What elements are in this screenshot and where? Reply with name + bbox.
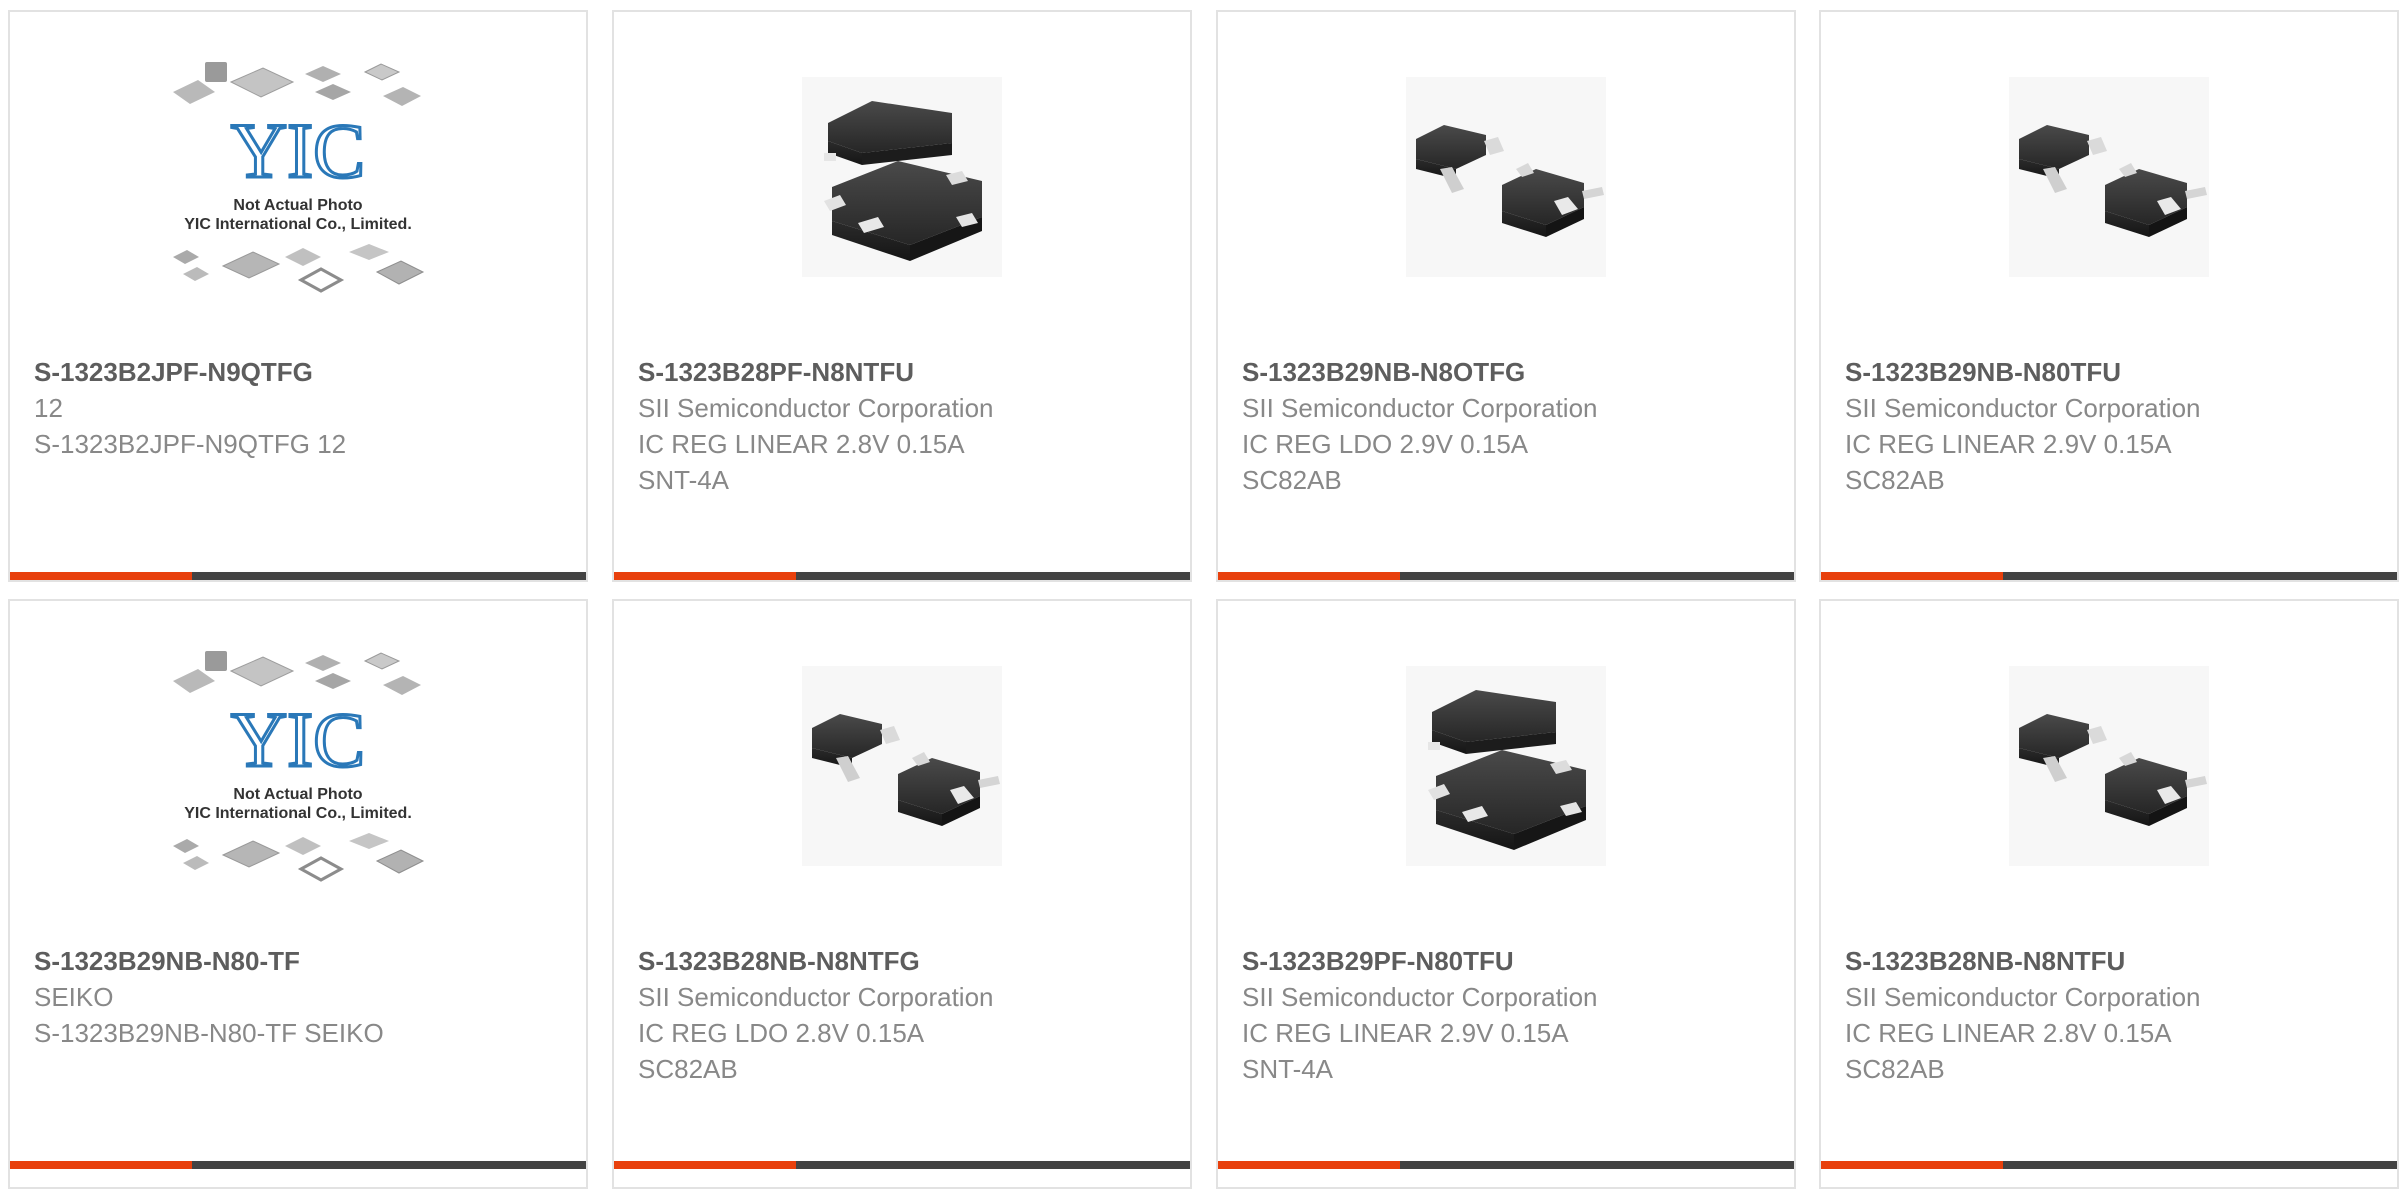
part-number[interactable]: S-1323B28PF-N8NTFU bbox=[638, 354, 1174, 390]
product-detail: S-1323B29NB-N80-TF SEIKO bbox=[34, 1018, 384, 1048]
product-detail: SEIKO bbox=[34, 982, 114, 1012]
part-number[interactable]: S-1323B28NB-N8NTFG bbox=[638, 943, 1174, 979]
product-description: IC REG LINEAR 2.8V 0.15A bbox=[638, 429, 965, 459]
snt-4a-chip-image bbox=[802, 77, 1002, 277]
product-description: IC REG LINEAR 2.8V 0.15A bbox=[1845, 1018, 2172, 1048]
product-info: S-1323B2JPF-N9QTFG 12 S-1323B2JPF-N9QTFG… bbox=[34, 354, 570, 462]
product-description: IC REG LDO 2.9V 0.15A bbox=[1242, 429, 1529, 459]
product-grid: YIC Not Actual Photo YIC International C… bbox=[0, 0, 2400, 1189]
product-info: S-1323B29NB-N8OTFG SII Semiconductor Cor… bbox=[1242, 354, 1778, 498]
product-card[interactable]: S-1323B28NB-N8NTFG SII Semiconductor Cor… bbox=[612, 599, 1192, 1189]
product-card[interactable]: S-1323B28PF-N8NTFU SII Semiconductor Cor… bbox=[612, 10, 1192, 582]
card-footer-bar bbox=[1218, 1161, 1794, 1169]
product-card[interactable]: S-1323B29NB-N80TFU SII Semiconductor Cor… bbox=[1819, 10, 2399, 582]
product-info: S-1323B28NB-N8NTFU SII Semiconductor Cor… bbox=[1845, 943, 2381, 1087]
accent-bar bbox=[1218, 1161, 1400, 1169]
card-footer-bar bbox=[10, 1161, 586, 1169]
manufacturer: SII Semiconductor Corporation bbox=[1845, 982, 2201, 1012]
sc82ab-chip-image bbox=[2009, 666, 2209, 866]
sc82ab-chip-image bbox=[2009, 77, 2209, 277]
product-card[interactable]: S-1323B29NB-N8OTFG SII Semiconductor Cor… bbox=[1216, 10, 1796, 582]
placeholder-image: YIC Not Actual Photo YIC International C… bbox=[173, 651, 425, 882]
product-image bbox=[1218, 12, 1794, 342]
product-image bbox=[614, 12, 1190, 342]
package: SC82AB bbox=[1242, 465, 1342, 495]
card-footer-bar bbox=[614, 1161, 1190, 1169]
card-footer-bar bbox=[614, 572, 1190, 580]
placeholder-caption: YIC International Co., Limited. bbox=[184, 216, 412, 233]
part-number[interactable]: S-1323B29NB-N80TFU bbox=[1845, 354, 2381, 390]
card-footer-bar bbox=[1821, 1161, 2397, 1169]
part-number[interactable]: S-1323B2JPF-N9QTFG bbox=[34, 354, 570, 390]
package: SNT-4A bbox=[1242, 1054, 1334, 1084]
product-info: S-1323B28PF-N8NTFU SII Semiconductor Cor… bbox=[638, 354, 1174, 498]
product-detail: 12 bbox=[34, 393, 63, 423]
placeholder-caption: YIC International Co., Limited. bbox=[184, 805, 412, 822]
product-card[interactable]: S-1323B28NB-N8NTFU SII Semiconductor Cor… bbox=[1819, 599, 2399, 1189]
card-footer-bar bbox=[1218, 572, 1794, 580]
sc82ab-chip-image bbox=[1406, 77, 1606, 277]
product-description: IC REG LINEAR 2.9V 0.15A bbox=[1242, 1018, 1569, 1048]
manufacturer: SII Semiconductor Corporation bbox=[638, 393, 994, 423]
package: SC82AB bbox=[638, 1054, 738, 1084]
sc82ab-chip-image bbox=[802, 666, 1002, 866]
package: SNT-4A bbox=[638, 465, 730, 495]
accent-bar bbox=[1821, 1161, 2003, 1169]
product-description: IC REG LDO 2.8V 0.15A bbox=[638, 1018, 925, 1048]
manufacturer: SII Semiconductor Corporation bbox=[638, 982, 994, 1012]
product-image: YIC Not Actual Photo YIC International C… bbox=[10, 601, 586, 931]
part-number[interactable]: S-1323B29PF-N80TFU bbox=[1242, 943, 1778, 979]
product-image bbox=[1821, 12, 2397, 342]
product-info: S-1323B29NB-N80TFU SII Semiconductor Cor… bbox=[1845, 354, 2381, 498]
accent-bar bbox=[614, 572, 796, 580]
product-card[interactable]: YIC Not Actual Photo YIC International C… bbox=[8, 10, 588, 582]
product-image: YIC Not Actual Photo YIC International C… bbox=[10, 12, 586, 342]
product-card[interactable]: S-1323B29PF-N80TFU SII Semiconductor Cor… bbox=[1216, 599, 1796, 1189]
card-footer-bar bbox=[1821, 572, 2397, 580]
part-number[interactable]: S-1323B29NB-N8OTFG bbox=[1242, 354, 1778, 390]
accent-bar bbox=[10, 1161, 192, 1169]
product-info: S-1323B28NB-N8NTFG SII Semiconductor Cor… bbox=[638, 943, 1174, 1087]
snt-4a-chip-image bbox=[1406, 666, 1606, 866]
accent-bar bbox=[10, 572, 192, 580]
accent-bar bbox=[614, 1161, 796, 1169]
part-number[interactable]: S-1323B29NB-N80-TF bbox=[34, 943, 570, 979]
manufacturer: SII Semiconductor Corporation bbox=[1242, 982, 1598, 1012]
product-image bbox=[1218, 601, 1794, 931]
placeholder-caption: Not Actual Photo bbox=[233, 197, 362, 214]
accent-bar bbox=[1218, 572, 1400, 580]
product-info: S-1323B29PF-N80TFU SII Semiconductor Cor… bbox=[1242, 943, 1778, 1087]
yic-logo: YIC bbox=[231, 696, 365, 783]
part-number[interactable]: S-1323B28NB-N8NTFU bbox=[1845, 943, 2381, 979]
product-description: IC REG LINEAR 2.9V 0.15A bbox=[1845, 429, 2172, 459]
placeholder-image: YIC Not Actual Photo YIC International C… bbox=[173, 62, 425, 293]
accent-bar bbox=[1821, 572, 2003, 580]
manufacturer: SII Semiconductor Corporation bbox=[1242, 393, 1598, 423]
manufacturer: SII Semiconductor Corporation bbox=[1845, 393, 2201, 423]
product-image bbox=[614, 601, 1190, 931]
placeholder-caption: Not Actual Photo bbox=[233, 786, 362, 803]
package: SC82AB bbox=[1845, 465, 1945, 495]
product-card[interactable]: YIC Not Actual Photo YIC International C… bbox=[8, 599, 588, 1189]
product-info: S-1323B29NB-N80-TF SEIKO S-1323B29NB-N80… bbox=[34, 943, 570, 1051]
product-image bbox=[1821, 601, 2397, 931]
package: SC82AB bbox=[1845, 1054, 1945, 1084]
yic-logo: YIC bbox=[231, 107, 365, 194]
card-footer-bar bbox=[10, 572, 586, 580]
product-detail: S-1323B2JPF-N9QTFG 12 bbox=[34, 429, 347, 459]
